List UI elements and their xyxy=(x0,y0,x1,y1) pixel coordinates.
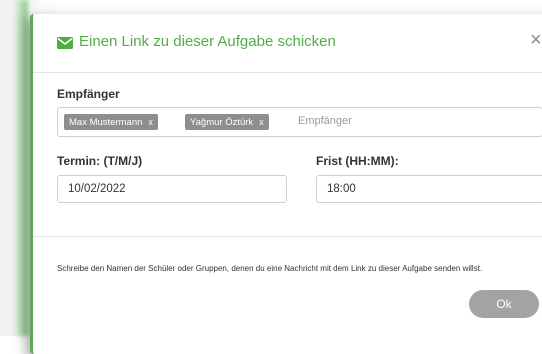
send-link-dialog: Einen Link zu dieser Aufgabe schicken × … xyxy=(30,14,542,354)
deadline-label: Frist (HH:MM): xyxy=(316,154,399,168)
recipient-tag-name: Max Mustermann xyxy=(69,117,143,128)
recipient-search-input[interactable] xyxy=(298,115,478,127)
deadline-input[interactable] xyxy=(316,175,542,203)
dialog-header: Einen Link zu dieser Aufgabe schicken × xyxy=(33,14,542,73)
section-divider xyxy=(33,236,542,237)
close-icon[interactable]: × xyxy=(530,30,542,50)
date-label: Termin: (T/M/J) xyxy=(57,154,143,168)
date-input[interactable] xyxy=(57,175,287,203)
background-accent-stripe xyxy=(14,0,28,336)
ok-button[interactable]: Ok xyxy=(469,290,539,318)
dialog-title: Einen Link zu dieser Aufgabe schicken xyxy=(79,33,336,50)
remove-recipient-icon[interactable]: x xyxy=(148,117,153,127)
envelope-icon xyxy=(57,37,73,49)
recipient-tag-name: Yağmur Öztürk xyxy=(190,117,254,128)
recipient-tag: Yağmur Öztürk x xyxy=(185,114,269,130)
recipients-field[interactable]: Max Mustermann x Yağmur Öztürk x xyxy=(57,107,542,137)
recipients-label: Empfänger xyxy=(57,87,120,101)
remove-recipient-icon[interactable]: x xyxy=(259,117,264,127)
recipient-tag: Max Mustermann x xyxy=(64,114,158,130)
instructions-text: Schreibe den Namen der Schüler oder Grup… xyxy=(57,264,483,273)
